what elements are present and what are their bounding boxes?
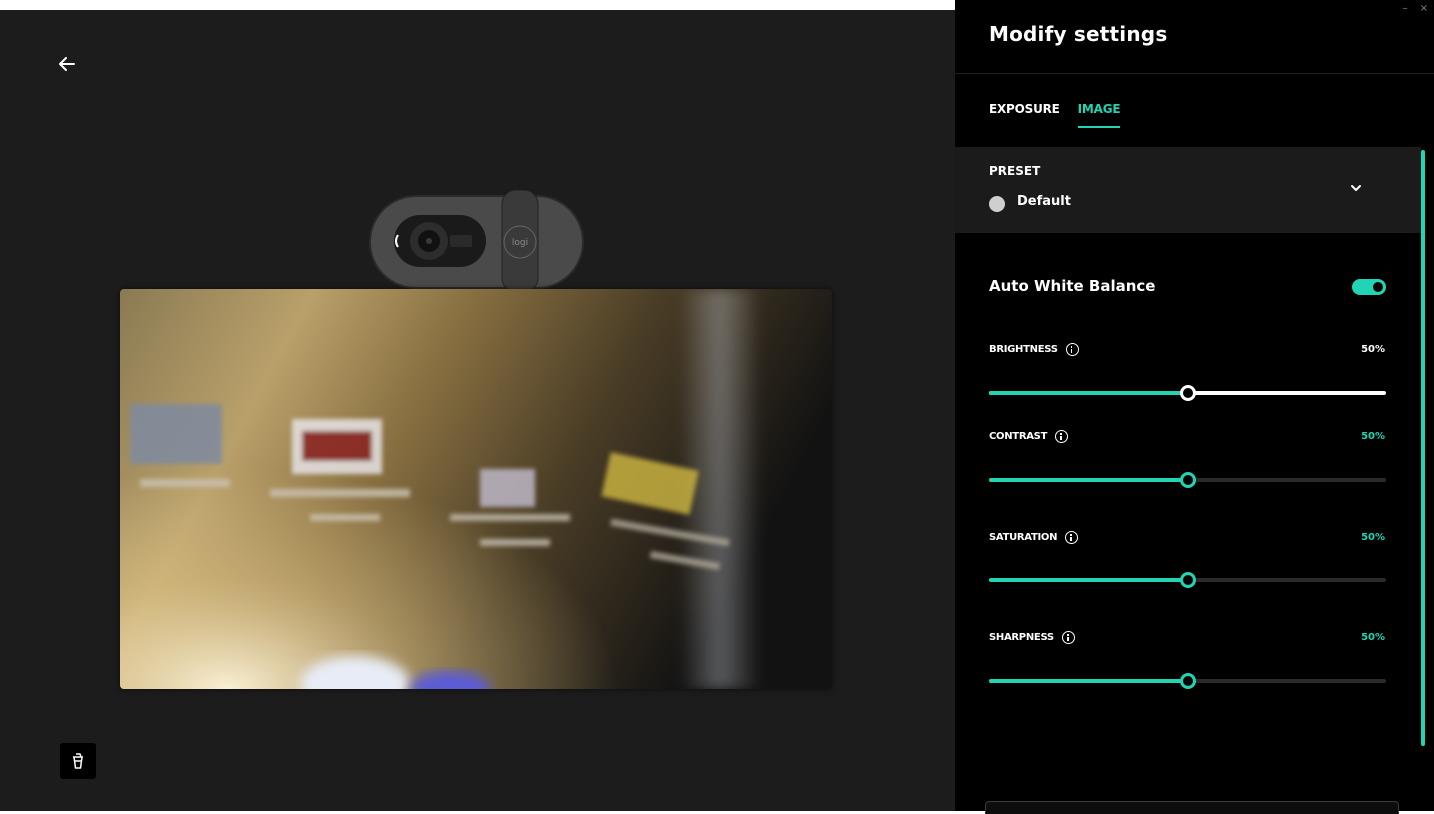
sharpness-label-text: SHARPNESS: [989, 632, 1054, 643]
camera-preview: [120, 289, 832, 689]
contrast-label: CONTRAST: [989, 430, 1069, 443]
panel-title: Modify settings: [989, 22, 1168, 46]
preset-value: Default: [1017, 194, 1071, 209]
sharpness-slider[interactable]: [989, 673, 1386, 689]
saturation-label-text: SATURATION: [989, 532, 1058, 543]
divider: [955, 73, 1434, 74]
logi-logo-text: logi: [512, 238, 528, 248]
minimize-button[interactable]: –: [1403, 3, 1408, 14]
slider-fill: [989, 478, 1188, 482]
info-icon[interactable]: [1065, 343, 1079, 356]
brightness-slider[interactable]: [989, 385, 1386, 401]
saturation-value: 50%: [1361, 532, 1385, 543]
info-icon[interactable]: [1061, 631, 1075, 644]
settings-panel: – × Modify settings EXPOSURE IMAGE PRESE…: [955, 0, 1434, 814]
contrast-slider[interactable]: [989, 472, 1386, 488]
webcam-image: logi: [369, 189, 585, 293]
slider-fill: [989, 679, 1188, 683]
bottom-action-area[interactable]: [985, 801, 1399, 814]
close-button[interactable]: ×: [1420, 3, 1428, 14]
info-icon[interactable]: [1065, 531, 1079, 544]
saturation-slider[interactable]: [989, 572, 1386, 588]
brightness-label-text: BRIGHTNESS: [989, 344, 1058, 355]
auto-white-balance-label: Auto White Balance: [989, 277, 1156, 295]
tab-bar: EXPOSURE IMAGE: [989, 102, 1121, 128]
tab-exposure[interactable]: EXPOSURE: [989, 102, 1060, 128]
saturation-label: SATURATION: [989, 531, 1079, 544]
slider-thumb[interactable]: [1179, 572, 1196, 588]
contrast-value: 50%: [1361, 431, 1385, 442]
preset-color-dot: [989, 196, 1005, 212]
scrollbar[interactable]: [1421, 150, 1425, 746]
preset-dropdown[interactable]: PRESET Default: [955, 147, 1421, 233]
window-controls: – ×: [1403, 3, 1428, 14]
brightness-label: BRIGHTNESS: [989, 343, 1079, 356]
info-icon[interactable]: [1055, 430, 1069, 443]
preset-label: PRESET: [989, 164, 1041, 178]
toggle-knob: [1373, 282, 1383, 292]
preview-stage: logi: [0, 10, 955, 811]
brightness-value: 50%: [1361, 344, 1385, 355]
slider-thumb[interactable]: [1179, 385, 1196, 401]
contrast-label-text: CONTRAST: [989, 431, 1048, 442]
slider-fill: [989, 391, 1188, 395]
back-arrow-icon[interactable]: [55, 52, 79, 76]
sharpness-label: SHARPNESS: [989, 631, 1075, 644]
sharpness-value: 50%: [1361, 632, 1385, 643]
slider-fill: [989, 578, 1188, 582]
cup-icon[interactable]: [60, 743, 96, 779]
slider-thumb[interactable]: [1179, 673, 1196, 689]
tab-image[interactable]: IMAGE: [1077, 102, 1121, 128]
auto-white-balance-toggle[interactable]: [1352, 279, 1386, 295]
chevron-down-icon: [1351, 185, 1361, 191]
slider-thumb[interactable]: [1179, 472, 1196, 488]
